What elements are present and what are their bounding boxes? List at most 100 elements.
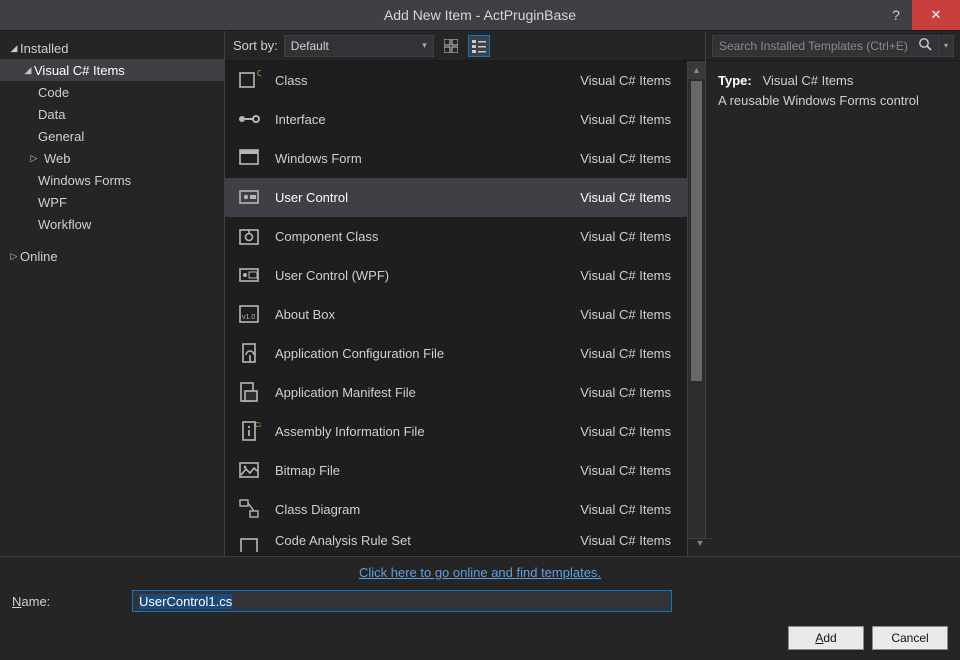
info-type-value: Visual C# Items [763, 73, 854, 88]
tree-installed[interactable]: ◢ Installed [0, 37, 224, 59]
template-lang: Visual C# Items [580, 463, 677, 478]
titlebar: Add New Item - ActPruginBase ? ✕ [0, 0, 960, 30]
close-button[interactable]: ✕ [912, 0, 960, 30]
collapse-arrow-icon: ◢ [22, 65, 34, 76]
svg-text:C#: C# [257, 69, 261, 78]
bitmap-icon [235, 456, 263, 484]
help-button[interactable]: ? [880, 0, 912, 30]
template-label: User Control [275, 190, 580, 205]
template-row[interactable]: Application Configuration FileVisual C# … [225, 334, 687, 373]
template-row[interactable]: Bitmap FileVisual C# Items [225, 451, 687, 490]
tree-label: Data [38, 107, 65, 122]
template-lang: Visual C# Items [580, 346, 677, 361]
tree-label: Windows Forms [38, 173, 131, 188]
manifest-icon [235, 378, 263, 406]
tree-item-wpf[interactable]: WPF [0, 191, 224, 213]
templates-column: Sort by: Default ▾ [225, 31, 705, 556]
tree-label: Online [20, 249, 58, 264]
template-label: Class [275, 73, 580, 88]
expand-arrow-icon: ▷ [8, 251, 20, 262]
name-input[interactable] [132, 590, 672, 612]
svg-text:C#: C# [255, 422, 261, 429]
scroll-thumb[interactable] [691, 81, 702, 381]
scroll-down-icon[interactable]: ▼ [688, 538, 712, 556]
tree-label: Code [38, 85, 69, 100]
search-input[interactable]: Search Installed Templates (Ctrl+E) [712, 35, 939, 57]
scroll-up-icon[interactable]: ▲ [688, 61, 705, 79]
templates-list[interactable]: C#ClassVisual C# ItemsInterfaceVisual C#… [225, 61, 687, 556]
template-row[interactable]: Component ClassVisual C# Items [225, 217, 687, 256]
template-row[interactable]: User Control (WPF)Visual C# Items [225, 256, 687, 295]
template-row[interactable]: v1.0 About BoxVisual C# Items [225, 295, 687, 334]
tree-label: Installed [20, 41, 68, 56]
template-label: Assembly Information File [275, 424, 580, 439]
category-tree: ◢ Installed ◢ Visual C# Items Code Data … [0, 31, 225, 556]
cancel-button[interactable]: Cancel [872, 626, 948, 650]
tree-item-general[interactable]: General [0, 125, 224, 147]
template-label: Windows Form [275, 151, 580, 166]
collapse-arrow-icon: ◢ [8, 43, 20, 54]
online-templates-row: Click here to go online and find templat… [12, 557, 948, 590]
search-dropdown[interactable]: ▾ [939, 35, 954, 57]
main-area: ◢ Installed ◢ Visual C# Items Code Data … [0, 30, 960, 556]
tree-label: Workflow [38, 217, 91, 232]
online-templates-link[interactable]: Click here to go online and find templat… [359, 565, 601, 580]
tree-label: General [38, 129, 84, 144]
template-label: Application Manifest File [275, 385, 580, 400]
add-button[interactable]: Add [788, 626, 864, 650]
search-row: Search Installed Templates (Ctrl+E) ▾ [706, 31, 960, 61]
view-small-icons-button[interactable] [468, 35, 490, 57]
template-label: User Control (WPF) [275, 268, 580, 283]
template-lang: Visual C# Items [580, 307, 677, 322]
tree-item-web[interactable]: ▷ Web [0, 147, 224, 169]
tree-label: WPF [38, 195, 67, 210]
dialog-buttons: Add Cancel [12, 626, 948, 650]
template-lang: Visual C# Items [580, 229, 677, 244]
winform-icon [235, 144, 263, 172]
tree-online[interactable]: ▷ Online [0, 245, 224, 267]
template-label: Code Analysis Rule Set [275, 533, 580, 548]
scrollbar[interactable]: ▲ ▼ [687, 61, 705, 556]
tree-csharp-items[interactable]: ◢ Visual C# Items [0, 59, 224, 81]
template-label: About Box [275, 307, 580, 322]
class-icon: C# [235, 66, 263, 94]
view-medium-icons-button[interactable] [440, 35, 462, 57]
template-lang: Visual C# Items [580, 268, 677, 283]
tree-item-winforms[interactable]: Windows Forms [0, 169, 224, 191]
name-row: Name: [12, 590, 948, 612]
info-description: A reusable Windows Forms control [718, 91, 948, 111]
template-label: Bitmap File [275, 463, 580, 478]
template-row[interactable]: User ControlVisual C# Items [225, 178, 687, 217]
sort-by-label: Sort by: [231, 38, 278, 53]
template-lang: Visual C# Items [580, 533, 677, 548]
search-placeholder: Search Installed Templates (Ctrl+E) [719, 39, 912, 53]
template-row[interactable]: Class DiagramVisual C# Items [225, 490, 687, 529]
window-title: Add New Item - ActPruginBase [0, 7, 960, 23]
tree-item-code[interactable]: Code [0, 81, 224, 103]
template-row[interactable]: Application Manifest FileVisual C# Items [225, 373, 687, 412]
aboutbox-icon: v1.0 [235, 300, 263, 328]
template-row[interactable]: Windows FormVisual C# Items [225, 139, 687, 178]
template-label: Application Configuration File [275, 346, 580, 361]
template-lang: Visual C# Items [580, 424, 677, 439]
template-lang: Visual C# Items [580, 190, 677, 205]
list-icon [472, 39, 486, 53]
tree-item-data[interactable]: Data [0, 103, 224, 125]
classdiagram-icon [235, 495, 263, 523]
assemblyinfo-icon: C# [235, 417, 263, 445]
sort-by-dropdown[interactable]: Default ▾ [284, 35, 434, 57]
template-row[interactable]: InterfaceVisual C# Items [225, 100, 687, 139]
tree-label: Visual C# Items [34, 63, 125, 78]
template-label: Interface [275, 112, 580, 127]
template-info: Type: Visual C# Items A reusable Windows… [706, 61, 960, 121]
bottom-panel: Click here to go online and find templat… [0, 556, 960, 660]
tree-item-workflow[interactable]: Workflow [0, 213, 224, 235]
template-row[interactable]: Code Analysis Rule SetVisual C# Items [225, 529, 687, 553]
templates-list-wrap: C#ClassVisual C# ItemsInterfaceVisual C#… [225, 61, 705, 556]
template-row[interactable]: C#ClassVisual C# Items [225, 61, 687, 100]
template-lang: Visual C# Items [580, 112, 677, 127]
svg-text:v1.0: v1.0 [242, 314, 255, 321]
template-row[interactable]: C# Assembly Information FileVisual C# Ite… [225, 412, 687, 451]
component-icon [235, 222, 263, 250]
template-lang: Visual C# Items [580, 151, 677, 166]
